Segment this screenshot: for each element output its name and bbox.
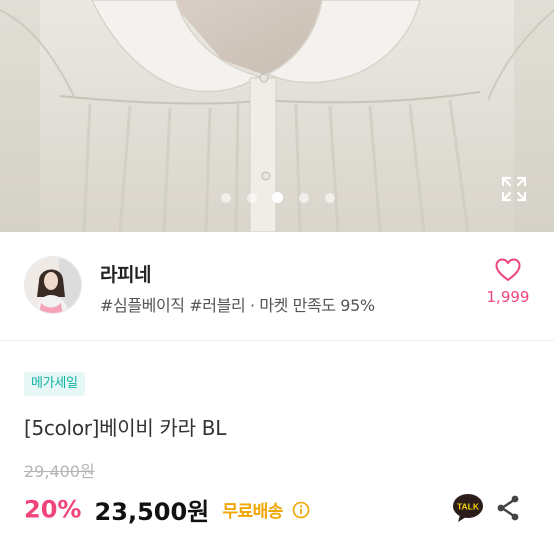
sale-price: 23,500원 xyxy=(94,498,210,526)
avatar-image xyxy=(25,257,81,313)
info-circle-icon[interactable] xyxy=(292,501,310,519)
carousel-dot[interactable] xyxy=(325,193,335,203)
seller-name[interactable]: 라피네 xyxy=(100,260,151,287)
kakao-talk-icon: TALK xyxy=(453,494,483,522)
share-icon xyxy=(497,495,519,521)
sale-badge: 메가세일 xyxy=(24,372,85,396)
seller-tags: #심플베이직 #러블리 · 마켓 만족도 95% xyxy=(100,296,375,315)
carousel-dot[interactable] xyxy=(247,193,257,203)
heart-outline-icon xyxy=(495,258,521,281)
carousel-indicator xyxy=(0,191,554,205)
seller-info[interactable]: 라피네 #심플베이직 #러블리 · 마켓 만족도 95% 1,999 xyxy=(0,232,554,340)
original-price: 29,400원 xyxy=(24,462,95,481)
carousel-dot-active[interactable] xyxy=(272,192,283,203)
price-row: 20% 23,500원 무료배송 xyxy=(24,492,310,526)
product-image-carousel[interactable] xyxy=(0,0,554,232)
kakao-talk-button[interactable]: TALK xyxy=(452,493,484,523)
like-count: 1,999 xyxy=(486,288,530,306)
section-divider xyxy=(0,340,554,341)
like-button[interactable]: 1,999 xyxy=(476,258,540,306)
discount-rate: 20% xyxy=(24,495,82,524)
carousel-dot[interactable] xyxy=(299,193,309,203)
free-shipping-label: 무료배송 xyxy=(222,502,283,522)
seller-avatar[interactable] xyxy=(24,256,82,314)
svg-text:TALK: TALK xyxy=(457,502,480,512)
carousel-dot[interactable] xyxy=(221,193,231,203)
share-button[interactable] xyxy=(495,494,521,522)
expand-icon xyxy=(501,176,527,202)
product-title: [5color]베이비 카라 BL xyxy=(24,416,227,440)
expand-button[interactable] xyxy=(501,176,527,202)
